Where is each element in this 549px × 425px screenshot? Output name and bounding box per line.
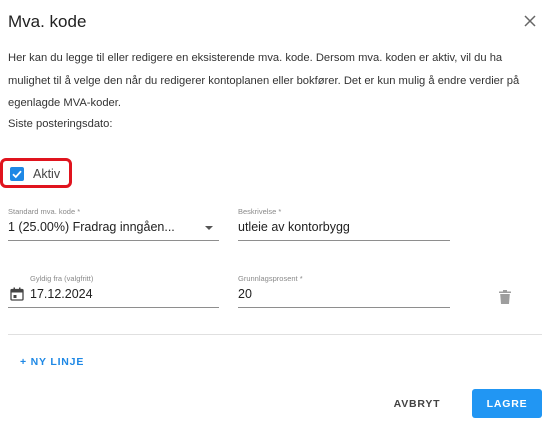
divider: [8, 334, 542, 335]
valid-from-input[interactable]: 17.12.2024: [30, 287, 93, 301]
description-input[interactable]: utleie av kontorbygg: [238, 220, 350, 234]
valid-from-underline: [8, 307, 219, 308]
calendar-icon[interactable]: [10, 287, 24, 301]
standard-code-label: Standard mva. kode *: [8, 207, 81, 216]
check-icon: [12, 170, 22, 179]
chevron-down-icon[interactable]: [205, 226, 213, 230]
standard-code-select[interactable]: 1 (25.00%) Fradrag inngåen...: [8, 220, 198, 234]
description-underline: [238, 240, 450, 241]
mva-code-dialog: Mva. kode Her kan du legge til eller red…: [0, 0, 549, 425]
cancel-button[interactable]: AVBRYT: [384, 392, 450, 416]
standard-code-underline: [8, 240, 219, 241]
description-label: Beskrivelse *: [238, 207, 282, 216]
basis-percent-underline: [238, 307, 450, 308]
save-button[interactable]: LAGRE: [472, 389, 542, 418]
basis-percent-input[interactable]: 20: [238, 287, 252, 301]
valid-from-label: Gyldig fra (valgfritt): [30, 274, 94, 283]
last-posting-date-label: Siste posteringsdato:: [8, 118, 113, 130]
trash-icon[interactable]: [499, 290, 511, 304]
dialog-title: Mva. kode: [8, 12, 87, 31]
basis-percent-label: Grunnlagsprosent *: [238, 274, 303, 283]
add-line-button[interactable]: + NY LINJE: [20, 356, 84, 368]
dialog-description: Her kan du legge til eller redigere en e…: [8, 52, 520, 109]
active-label: Aktiv: [33, 167, 61, 181]
active-checkbox[interactable]: [10, 167, 24, 181]
close-icon[interactable]: [522, 13, 538, 29]
